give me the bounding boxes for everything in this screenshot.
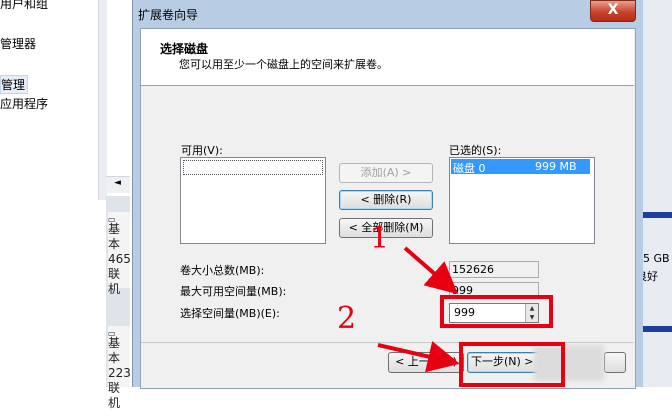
arrow-to-select-space-icon [403, 246, 459, 295]
arrow-to-next-icon [377, 341, 460, 373]
annotation-arrows [377, 246, 460, 373]
